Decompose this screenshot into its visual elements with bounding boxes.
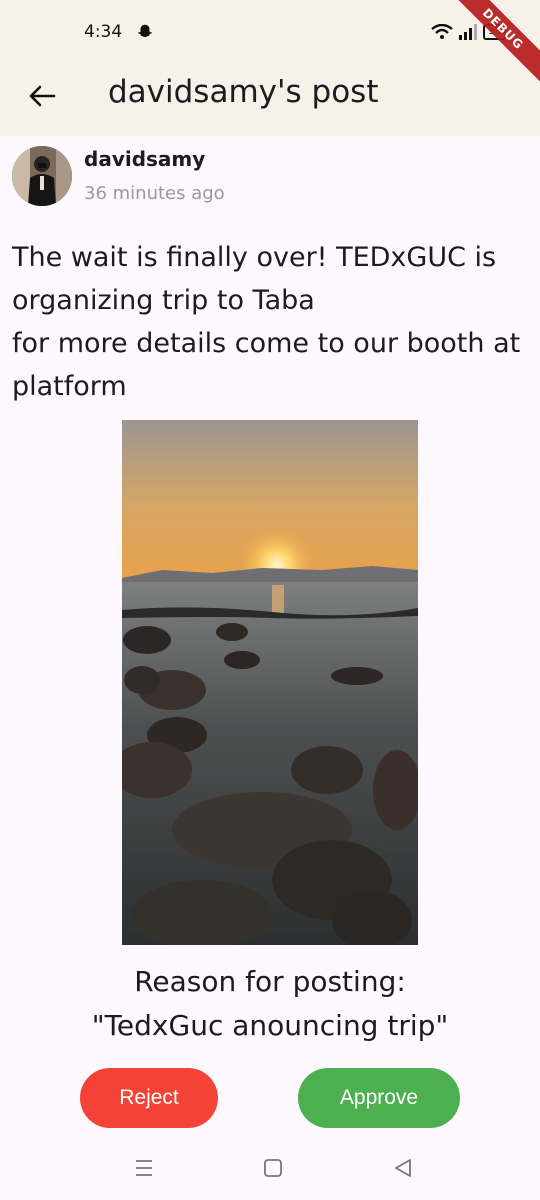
wifi-icon <box>431 24 454 39</box>
ghost-icon <box>137 24 153 38</box>
status-time: 4:34 <box>84 22 123 42</box>
sunset-photo <box>122 420 418 945</box>
triangle-back-icon[interactable] <box>391 1156 415 1180</box>
app-bar: davidsamy's post <box>0 66 540 136</box>
post-text: The wait is finally over! TEDxGUC is org… <box>12 242 521 402</box>
approve-button[interactable]: Approve <box>298 1068 460 1128</box>
avatar[interactable] <box>12 146 72 206</box>
page-title: davidsamy's post <box>108 74 379 110</box>
status-bar: 4:34 33 <box>0 0 540 66</box>
reject-button[interactable]: Reject <box>80 1068 218 1128</box>
post-username[interactable]: davidsamy <box>84 147 205 171</box>
reason-text: "TedxGuc anouncing trip" <box>91 1009 449 1042</box>
post-time-ago: 36 minutes ago <box>84 183 225 204</box>
signal-icon <box>459 24 478 40</box>
system-nav-bar <box>0 1136 540 1200</box>
home-icon[interactable] <box>261 1156 285 1180</box>
reason-heading: Reason for posting: <box>134 965 406 998</box>
menu-icon[interactable] <box>132 1156 156 1180</box>
reason-for-posting: Reason for posting: "TedxGuc anouncing t… <box>0 960 540 1048</box>
avatar-photo <box>12 146 72 206</box>
arrow-left-icon[interactable] <box>26 80 58 112</box>
post-image <box>122 420 418 945</box>
